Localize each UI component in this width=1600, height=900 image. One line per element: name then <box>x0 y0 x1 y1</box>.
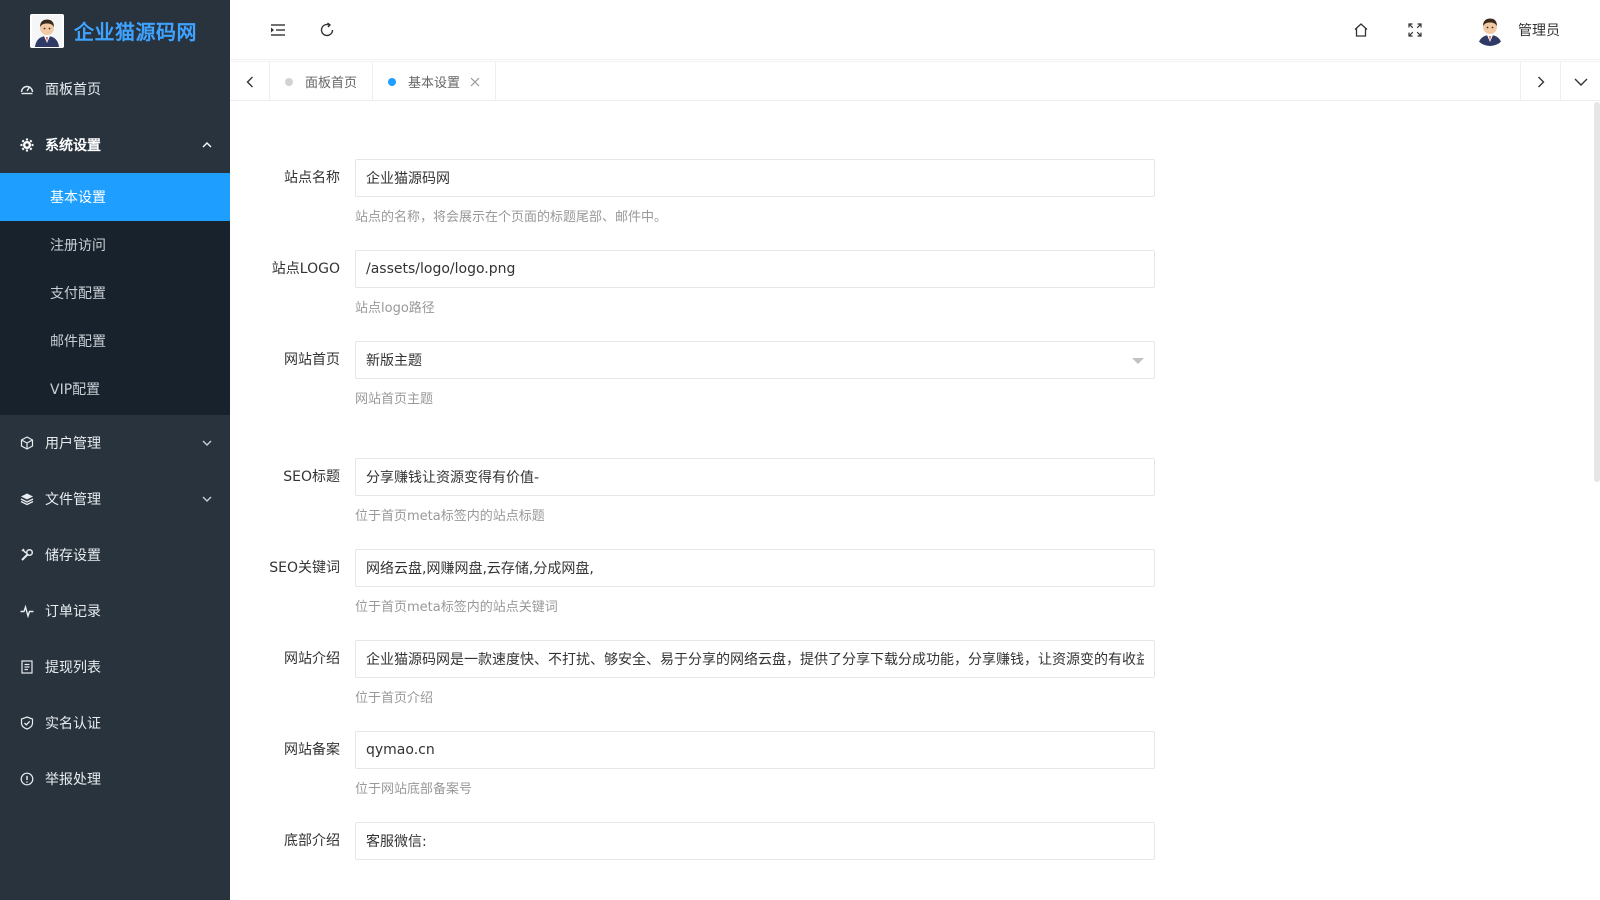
site-name-input[interactable] <box>355 159 1155 197</box>
chevron-down-icon <box>202 496 212 502</box>
submenu-item-basic-settings[interactable]: 基本设置 <box>0 173 230 221</box>
seo-title-label: SEO标题 <box>283 469 340 485</box>
seo-keywords-label: SEO关键词 <box>269 560 340 576</box>
site-name-hint: 站点的名称，将会展示在个页面的标题尾部、邮件中。 <box>355 210 668 225</box>
sidebar-item-label: 系统设置 <box>45 138 101 154</box>
submenu-item-vip-config[interactable]: VIP配置 <box>0 365 230 413</box>
sidebar-item-file-management[interactable]: 文件管理 <box>0 471 230 527</box>
menu-collapse-icon[interactable] <box>268 20 288 40</box>
icp-label: 网站备案 <box>284 742 340 758</box>
form-row-site-logo: 站点LOGO 站点logo路径 <box>230 250 1230 341</box>
dashboard-icon <box>20 82 34 96</box>
sidebar: 企业猫源码网 面板首页 系统设置 基本设置 注册访问 支付配置 邮件配置 VIP… <box>0 0 230 900</box>
chevron-down-icon <box>1574 78 1587 86</box>
homepage-theme-select[interactable]: 新版主题 <box>355 341 1155 379</box>
tab-label: 基本设置 <box>408 76 461 91</box>
user-menu[interactable]: 管理员 <box>1474 14 1560 46</box>
content-scrollbar[interactable] <box>1594 102 1600 482</box>
basic-settings-form: 站点名称 站点的名称，将会展示在个页面的标题尾部、邮件中。 站点LOGO 站点l… <box>230 159 1230 900</box>
site-logo-hint: 站点logo路径 <box>355 301 435 316</box>
site-name-label: 站点名称 <box>284 170 340 186</box>
pulse-icon <box>20 604 34 618</box>
site-logo-label: 站点LOGO <box>271 261 340 277</box>
chevron-down-icon <box>202 440 212 446</box>
sidebar-item-label: 提现列表 <box>45 660 101 676</box>
tab-list: 面板首页 基本设置 <box>270 62 497 101</box>
footer-label: 底部介绍 <box>284 833 340 849</box>
sidebar-item-label: 储存设置 <box>45 548 101 564</box>
form-row-icp: 网站备案 位于网站底部备案号 <box>230 731 1230 822</box>
tab-options-button[interactable] <box>1560 62 1600 101</box>
form-row-seo-title: SEO标题 位于首页meta标签内的站点标题 <box>230 458 1230 549</box>
tools-icon <box>20 548 34 562</box>
chevron-left-icon <box>246 76 253 87</box>
chevron-up-icon <box>202 142 212 148</box>
user-name: 管理员 <box>1518 23 1560 39</box>
site-intro-label: 网站介绍 <box>284 651 340 667</box>
site-intro-input[interactable] <box>355 640 1155 678</box>
tab-scroll-right-button[interactable] <box>1520 62 1560 101</box>
tab-scroll-left-button[interactable] <box>230 62 270 101</box>
tab-bar: 面板首页 基本设置 <box>230 61 1600 101</box>
list-icon <box>20 660 34 674</box>
cube-icon <box>20 436 34 450</box>
sidebar-item-dashboard[interactable]: 面板首页 <box>0 61 230 117</box>
form-row-site-name: 站点名称 站点的名称，将会展示在个页面的标题尾部、邮件中。 <box>230 159 1230 250</box>
sidebar-item-label: 文件管理 <box>45 492 101 508</box>
close-icon[interactable] <box>470 77 480 87</box>
caret-down-icon <box>1132 358 1144 364</box>
top-header: 管理员 <box>230 0 1600 60</box>
submenu-item-payment-config[interactable]: 支付配置 <box>0 269 230 317</box>
sidebar-item-withdraw-list[interactable]: 提现列表 <box>0 639 230 695</box>
sidebar-item-order-records[interactable]: 订单记录 <box>0 583 230 639</box>
tab-basic-settings[interactable]: 基本设置 <box>373 62 497 101</box>
brand-name: 企业猫源码网 <box>74 20 197 44</box>
tab-status-dot <box>388 77 397 86</box>
sidebar-item-report-handling[interactable]: 举报处理 <box>0 751 230 807</box>
seo-title-input[interactable] <box>355 458 1155 496</box>
tab-status-dot <box>285 77 293 86</box>
submenu-item-register-access[interactable]: 注册访问 <box>0 221 230 269</box>
fullscreen-icon[interactable] <box>1405 20 1425 40</box>
sidebar-item-user-management[interactable]: 用户管理 <box>0 415 230 471</box>
chevron-right-icon <box>1537 76 1544 87</box>
sidebar-item-label: 订单记录 <box>45 604 101 620</box>
sidebar-item-label: 实名认证 <box>45 716 101 732</box>
form-row-homepage: 网站首页 新版主题 网站首页主题 <box>230 341 1230 432</box>
site-intro-hint: 位于首页介绍 <box>355 691 434 706</box>
seo-keywords-input[interactable] <box>355 549 1155 587</box>
sidebar-item-label: 面板首页 <box>45 82 101 98</box>
sidebar-item-label: 举报处理 <box>45 772 101 788</box>
seo-keywords-hint: 位于首页meta标签内的站点关键词 <box>355 600 558 615</box>
form-row-seo-keywords: SEO关键词 位于首页meta标签内的站点关键词 <box>230 549 1230 640</box>
alert-circle-icon <box>20 772 34 786</box>
form-row-site-intro: 网站介绍 位于首页介绍 <box>230 640 1230 731</box>
system-settings-submenu: 基本设置 注册访问 支付配置 邮件配置 VIP配置 <box>0 173 230 415</box>
gear-icon <box>20 138 34 152</box>
shield-check-icon <box>20 716 34 730</box>
sidebar-item-system-settings[interactable]: 系统设置 <box>0 117 230 173</box>
sidebar-item-label: 用户管理 <box>45 436 101 452</box>
form-row-footer: 底部介绍 <box>230 822 1230 900</box>
brand-logo-bar[interactable]: 企业猫源码网 <box>0 0 230 61</box>
footer-input[interactable] <box>355 822 1155 860</box>
homepage-theme-value: 新版主题 <box>366 353 422 369</box>
seo-title-hint: 位于首页meta标签内的站点标题 <box>355 509 545 524</box>
sidebar-item-storage-settings[interactable]: 储存设置 <box>0 527 230 583</box>
icp-input[interactable] <box>355 731 1155 769</box>
brand-avatar-icon <box>30 13 64 48</box>
home-icon[interactable] <box>1351 20 1371 40</box>
sidebar-item-real-name-auth[interactable]: 实名认证 <box>0 695 230 751</box>
refresh-icon[interactable] <box>317 20 337 40</box>
submenu-item-mail-config[interactable]: 邮件配置 <box>0 317 230 365</box>
main-content: 站点名称 站点的名称，将会展示在个页面的标题尾部、邮件中。 站点LOGO 站点l… <box>230 102 1600 900</box>
homepage-hint: 网站首页主题 <box>355 392 434 407</box>
tab-label: 面板首页 <box>305 76 358 91</box>
icp-hint: 位于网站底部备案号 <box>355 782 473 797</box>
homepage-label: 网站首页 <box>284 352 340 368</box>
site-logo-input[interactable] <box>355 250 1155 288</box>
tab-dashboard[interactable]: 面板首页 <box>270 62 374 101</box>
layers-icon <box>20 492 34 506</box>
avatar <box>1474 14 1506 46</box>
